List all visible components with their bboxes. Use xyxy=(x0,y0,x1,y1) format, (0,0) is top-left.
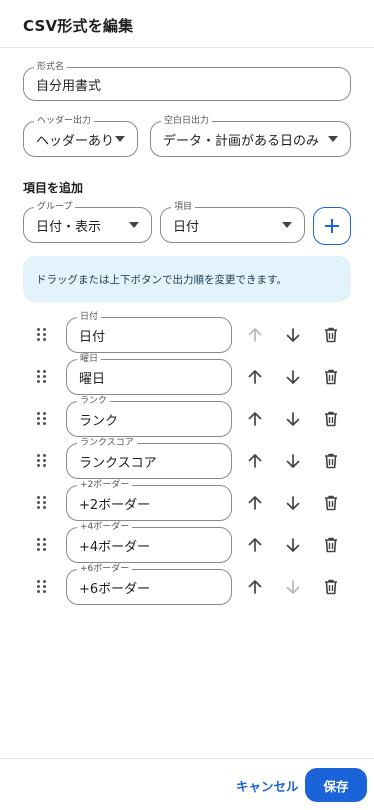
column-row: +6ボーダー +6ボーダー xyxy=(0,563,374,605)
dialog-title: CSV形式を編集 xyxy=(23,17,134,35)
caret-down-icon xyxy=(282,222,292,228)
column-name-value: 曜日 xyxy=(79,371,106,387)
trash-icon[interactable] xyxy=(321,535,341,555)
reorder-info-text: ドラッグまたは上下ボタンで出力順を変更できます。 xyxy=(36,273,287,286)
arrow-up-icon[interactable] xyxy=(245,409,265,429)
group-select[interactable]: グループ 日付・表示 xyxy=(23,201,152,243)
arrow-up-icon[interactable] xyxy=(245,367,265,387)
caret-down-icon xyxy=(115,136,125,142)
drag-handle-icon[interactable] xyxy=(37,370,47,384)
item-value: 日付 xyxy=(173,219,200,235)
format-name-field[interactable]: 形式名 自分用書式 xyxy=(23,61,351,101)
arrow-down-icon xyxy=(283,577,303,597)
arrow-down-icon[interactable] xyxy=(283,493,303,513)
column-name-field[interactable]: +6ボーダー +6ボーダー xyxy=(66,563,232,605)
drag-handle-icon[interactable] xyxy=(37,454,47,468)
cancel-button[interactable]: キャンセル xyxy=(236,776,299,795)
trash-icon[interactable] xyxy=(321,451,341,471)
trash-icon[interactable] xyxy=(321,409,341,429)
blank-day-output-select[interactable]: 空白日出力 データ・計画がある日のみ xyxy=(150,115,351,157)
footer-divider xyxy=(0,758,374,759)
drag-handle-icon[interactable] xyxy=(37,328,47,342)
arrow-down-icon[interactable] xyxy=(283,325,303,345)
column-name-value: +2ボーダー xyxy=(79,497,151,513)
group-value: 日付・表示 xyxy=(36,219,102,235)
trash-icon[interactable] xyxy=(321,577,341,597)
drag-handle-icon[interactable] xyxy=(37,580,47,594)
format-name-value: 自分用書式 xyxy=(36,78,102,94)
trash-icon[interactable] xyxy=(321,493,341,513)
column-name-field[interactable]: ランク ランク xyxy=(66,395,232,437)
blank-day-output-value: データ・計画がある日のみ xyxy=(163,133,320,149)
trash-icon[interactable] xyxy=(321,325,341,345)
reorder-info-banner: ドラッグまたは上下ボタンで出力順を変更できます。 xyxy=(23,256,351,302)
arrow-down-icon[interactable] xyxy=(283,409,303,429)
drag-handle-icon[interactable] xyxy=(37,538,47,552)
column-row: ランクスコア ランクスコア xyxy=(0,437,374,479)
column-name-field[interactable]: +4ボーダー +4ボーダー xyxy=(66,521,232,563)
column-name-value: +6ボーダー xyxy=(79,581,151,597)
column-name-field[interactable]: 日付 日付 xyxy=(66,311,232,353)
item-select[interactable]: 項目 日付 xyxy=(160,201,305,243)
column-name-value: +4ボーダー xyxy=(79,539,151,555)
column-name-value: 日付 xyxy=(79,329,106,345)
add-item-button[interactable] xyxy=(313,207,351,245)
arrow-up-icon[interactable] xyxy=(245,493,265,513)
csv-format-dialog: CSV形式を編集 形式名 自分用書式 ヘッダー出力 ヘッダーあり 空白日出力 デ… xyxy=(0,0,374,810)
caret-down-icon xyxy=(129,222,139,228)
arrow-up-icon[interactable] xyxy=(245,577,265,597)
save-button[interactable]: 保存 xyxy=(305,768,367,802)
column-row: ランク ランク xyxy=(0,395,374,437)
column-name-value: ランクスコア xyxy=(79,455,157,471)
column-row: 日付 日付 xyxy=(0,311,374,353)
drag-handle-icon[interactable] xyxy=(37,496,47,510)
trash-icon[interactable] xyxy=(321,367,341,387)
arrow-down-icon[interactable] xyxy=(283,451,303,471)
column-row: +4ボーダー +4ボーダー xyxy=(0,521,374,563)
add-item-section-label: 項目を追加 xyxy=(23,181,84,195)
column-name-field[interactable]: +2ボーダー +2ボーダー xyxy=(66,479,232,521)
arrow-up-icon[interactable] xyxy=(245,535,265,555)
column-name-field[interactable]: ランクスコア ランクスコア xyxy=(66,437,232,479)
column-row: 曜日 曜日 xyxy=(0,353,374,395)
column-name-value: ランク xyxy=(79,413,119,429)
caret-down-icon xyxy=(328,136,338,142)
column-row: +2ボーダー +2ボーダー xyxy=(0,479,374,521)
header-divider xyxy=(0,47,374,48)
arrow-down-icon[interactable] xyxy=(283,535,303,555)
arrow-up-icon[interactable] xyxy=(245,451,265,471)
arrow-down-icon[interactable] xyxy=(283,367,303,387)
header-output-select[interactable]: ヘッダー出力 ヘッダーあり xyxy=(23,115,138,157)
drag-handle-icon[interactable] xyxy=(37,412,47,426)
column-name-field[interactable]: 曜日 曜日 xyxy=(66,353,232,395)
arrow-up-icon xyxy=(245,325,265,345)
header-output-value: ヘッダーあり xyxy=(36,133,115,149)
